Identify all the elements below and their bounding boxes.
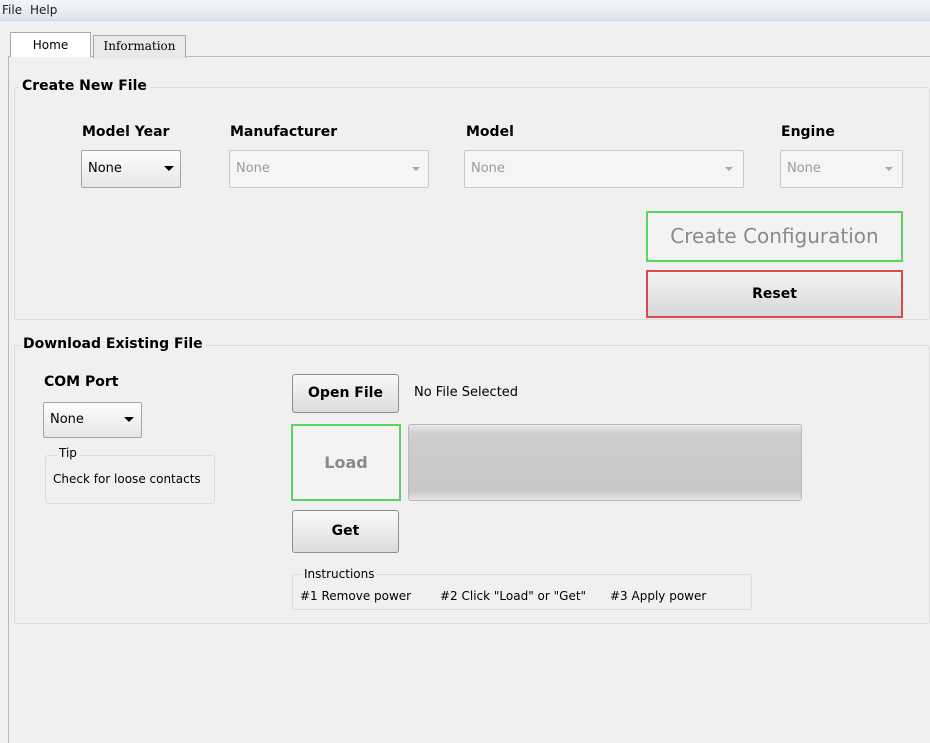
model-value: None [471, 161, 505, 176]
com-port-label: COM Port [44, 374, 119, 390]
instruction-step-1: #1 Remove power [300, 589, 412, 603]
create-configuration-button[interactable]: Create Configuration [646, 211, 903, 262]
chevron-down-icon [725, 167, 733, 171]
engine-value: None [787, 161, 821, 176]
model-year-select[interactable]: None [81, 150, 181, 188]
com-port-select[interactable]: None [43, 402, 142, 438]
open-file-button[interactable]: Open File [292, 374, 399, 413]
instruction-step-3: #3 Apply power [610, 589, 707, 603]
instructions-legend: Instructions [302, 567, 377, 581]
menu-file[interactable]: File [2, 3, 22, 17]
menu-bar [0, 0, 930, 21]
create-new-file-title: Create New File [19, 78, 150, 94]
get-button[interactable]: Get [292, 510, 399, 553]
tab-information[interactable]: Information [93, 35, 186, 58]
tip-legend: Tip [57, 446, 79, 460]
engine-select[interactable]: None [780, 150, 903, 188]
com-port-value: None [50, 412, 84, 427]
chevron-down-icon [164, 166, 174, 171]
chevron-down-icon [124, 417, 134, 422]
manufacturer-select[interactable]: None [229, 150, 429, 188]
download-existing-file-title: Download Existing File [20, 336, 206, 352]
manufacturer-value: None [236, 161, 270, 176]
model-year-value: None [88, 161, 122, 176]
engine-label: Engine [781, 124, 835, 140]
tab-home[interactable]: Home [10, 32, 91, 57]
file-status-label: No File Selected [414, 385, 519, 400]
model-year-label: Model Year [82, 124, 170, 140]
model-select[interactable]: None [464, 150, 744, 188]
chevron-down-icon [885, 167, 893, 171]
menu-help[interactable]: Help [30, 3, 57, 17]
instruction-step-2: #2 Click "Load" or "Get" [440, 589, 587, 603]
load-button[interactable]: Load [291, 424, 401, 501]
download-progress-bar [408, 424, 802, 501]
reset-button[interactable]: Reset [646, 270, 903, 318]
manufacturer-label: Manufacturer [230, 124, 338, 140]
chevron-down-icon [412, 167, 420, 171]
model-label: Model [466, 124, 514, 140]
tip-text: Check for loose contacts [53, 472, 201, 486]
